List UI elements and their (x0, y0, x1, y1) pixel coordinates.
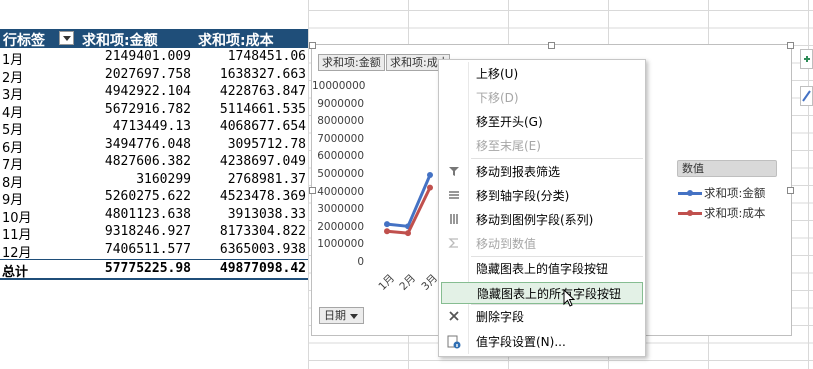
rows-icon (447, 189, 461, 203)
menu-item-7: 移动到数值 (441, 233, 643, 255)
menu-item-11[interactable]: 值字段设置(N)... (441, 331, 643, 353)
menu-item-label: 移至末尾(E) (476, 139, 541, 153)
brush-icon (802, 90, 811, 102)
table-row[interactable]: 7月 4827606.382 4238697.049 (0, 153, 308, 173)
table-row[interactable]: 12月 7406511.577 6365003.938 (0, 241, 308, 261)
cost-cell: 4523478.369 (219, 189, 306, 204)
menu-item-label: 移动到图例字段(系列) (476, 213, 594, 227)
table-row[interactable]: 8月 3160299 2768981.37 (0, 171, 308, 191)
menu-item-label: 移动到报表筛选 (476, 165, 561, 179)
row-labels-header: 行标签 (3, 33, 45, 49)
cost-cell: 6365003.938 (219, 241, 306, 257)
legend-marker-amount (678, 190, 702, 196)
menu-item-10[interactable]: 删除字段 (441, 306, 643, 328)
amount-cell: 2027697.758 (104, 66, 191, 82)
cost-cell: 4068677.654 (219, 119, 306, 134)
legend-label: 求和项:成本 (704, 206, 766, 220)
menu-item-label: 上移(U) (476, 67, 519, 81)
sigma-icon (447, 237, 461, 251)
table-row[interactable]: 10月 4801123.638 3913038.33 (0, 206, 308, 226)
amount-cell: 3494776.048 (104, 136, 191, 152)
cost-cell: 3095712.78 (227, 136, 306, 152)
row-filter-dropdown-icon[interactable] (59, 31, 74, 45)
menu-item-4[interactable]: 移动到报表筛选 (441, 161, 643, 183)
total-cost: 49877098.42 (219, 261, 306, 276)
mouse-cursor-icon (563, 289, 576, 307)
cost-cell: 2768981.37 (227, 171, 306, 187)
menu-item-label: 值字段设置(N)... (476, 335, 566, 349)
menu-item-2[interactable]: 移至开头(G) (441, 111, 643, 133)
menu-item-label: 移动到数值 (476, 237, 537, 251)
total-row[interactable]: 总计 57775225.98 49877098.42 (0, 259, 308, 280)
table-row[interactable]: 9月 5260275.622 4523478.369 (0, 188, 308, 208)
chart-styles-button[interactable] (800, 86, 813, 106)
menu-item-8[interactable]: 隐藏图表上的值字段按钮 (441, 258, 643, 280)
menu-item-3: 移至末尾(E) (441, 135, 643, 157)
legend-field-button[interactable]: 数值 (677, 160, 777, 177)
menu-separator (471, 256, 643, 257)
amount-cell: 3160299 (136, 171, 191, 187)
menu-separator (471, 158, 643, 159)
data-point[interactable] (384, 221, 390, 228)
total-label: 总计 (2, 265, 29, 280)
table-row[interactable]: 11月 9318246.927 8173304.822 (0, 223, 308, 243)
data-point[interactable] (427, 184, 433, 191)
amount-cell: 9318246.927 (104, 224, 191, 239)
cost-cell: 5114661.535 (219, 101, 306, 117)
table-row[interactable]: 2月 2027697.758 1638327.663 (0, 66, 308, 86)
cost-cell: 4228763.847 (219, 84, 306, 99)
amount-cell: 5672916.782 (104, 101, 191, 117)
table-row[interactable]: 4月 5672916.782 5114661.535 (0, 101, 308, 121)
delete-icon (447, 310, 461, 324)
amount-cell: 4713449.13 (112, 119, 191, 134)
menu-item-label: 下移(D) (476, 91, 519, 105)
cost-cell: 3913038.33 (227, 206, 306, 222)
filter-icon (447, 165, 461, 179)
menu-item-0[interactable]: 上移(U) (441, 63, 643, 85)
data-point[interactable] (384, 228, 390, 235)
pivot-header-row: 行标签 求和项:金额 求和项:成本 (0, 29, 308, 49)
table-row[interactable]: 3月 4942922.104 4228763.847 (0, 83, 308, 103)
menu-item-6[interactable]: 移动到图例字段(系列) (441, 209, 643, 231)
amount-cell: 4942922.104 (104, 84, 191, 99)
cost-cell: 4238697.049 (219, 154, 306, 169)
cost-cell: 8173304.822 (219, 224, 306, 239)
cost-cell: 1748451.06 (227, 49, 306, 64)
chart-elements-button[interactable] (800, 49, 813, 69)
amount-cell: 4801123.638 (104, 206, 191, 222)
field-settings-icon (447, 335, 461, 349)
table-row[interactable]: 6月 3494776.048 3095712.78 (0, 136, 308, 156)
menu-item-label: 移到轴字段(分类) (476, 189, 570, 203)
legend-entry-cost: 求和项:成本 (678, 205, 765, 221)
cost-header: 求和项:成本 (198, 33, 274, 49)
axis-field-button-date[interactable]: 日期 (319, 307, 364, 324)
legend-entry-amount: 求和项:金额 (678, 185, 765, 201)
data-point[interactable] (405, 230, 411, 237)
total-amount: 57775225.98 (104, 261, 191, 276)
amount-cell: 2149401.009 (104, 49, 191, 64)
table-row[interactable]: 1月 2149401.009 1748451.06 (0, 48, 308, 68)
cost-cell: 1638327.663 (219, 66, 306, 82)
amount-cell: 7406511.577 (104, 241, 191, 257)
menu-item-label: 移至开头(G) (476, 115, 543, 129)
amount-cell: 5260275.622 (104, 189, 191, 204)
menu-item-label: 隐藏图表上的值字段按钮 (476, 262, 609, 276)
menu-item-5[interactable]: 移到轴字段(分类) (441, 185, 643, 207)
amount-cell: 4827606.382 (104, 154, 191, 169)
menu-item-label: 删除字段 (476, 310, 525, 324)
table-row[interactable]: 5月 4713449.13 4068677.654 (0, 118, 308, 138)
legend-marker-cost (678, 210, 702, 216)
menu-item-1: 下移(D) (441, 87, 643, 109)
columns-icon (447, 213, 461, 227)
context-menu: 上移(U) 下移(D) 移至开头(G) 移至末尾(E) 移动到报表筛选 移到轴字段(分类)… (438, 59, 646, 357)
menu-item-label: 隐藏图表上的所有字段按钮 (477, 287, 622, 301)
row-label: 12月 (2, 245, 32, 261)
menu-item-9[interactable]: 隐藏图表上的所有字段按钮 (441, 282, 643, 304)
plus-icon (804, 56, 810, 62)
amount-header: 求和项:金额 (82, 33, 158, 49)
legend-label: 求和项:金额 (704, 186, 766, 200)
data-point[interactable] (427, 172, 433, 179)
